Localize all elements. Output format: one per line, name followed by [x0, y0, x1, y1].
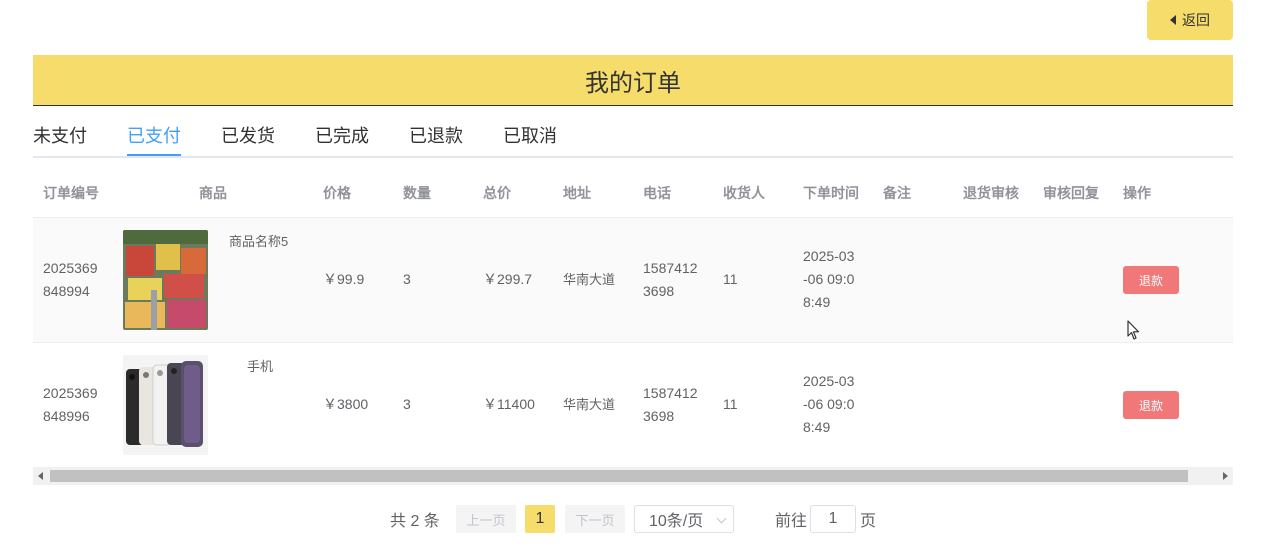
page-number-current[interactable]: 1 — [525, 505, 555, 533]
total-price: ￥299.7 — [483, 271, 533, 287]
quantity: 3 — [403, 271, 411, 287]
next-page-button[interactable]: 下一页 — [565, 505, 625, 533]
product-name: 商品名称5 — [229, 234, 289, 249]
phone: 1587412 3698 — [643, 257, 698, 303]
product-image — [123, 230, 208, 330]
chevron-down-icon — [716, 513, 727, 524]
tab-paid[interactable]: 已支付 — [127, 112, 181, 156]
table-row: 2025369 848994 商品名称5 ￥99.9 3 ￥299.7 华南大道… — [33, 218, 1233, 343]
back-button[interactable]: 返回 — [1147, 0, 1233, 40]
order-time: 2025-03 -06 09:0 8:49 — [803, 370, 854, 439]
order-no-line: 2025369 — [43, 260, 98, 276]
product-image — [123, 355, 208, 455]
order-no: 2025369 848996 — [43, 382, 98, 428]
table-header: 订单编号 商品 价格 数量 总价 地址 电话 收货人 下单时间 备注 退货审核 … — [33, 170, 1233, 218]
order-no-line: 848994 — [43, 283, 90, 299]
total-price: ￥11400 — [483, 396, 535, 412]
prev-page-button[interactable]: 上一页 — [456, 505, 516, 533]
order-time-line: -06 09:0 — [803, 271, 855, 287]
order-time-line: 8:49 — [803, 294, 831, 310]
total-count: 共 2 条 — [390, 513, 440, 530]
scroll-right-icon[interactable] — [1223, 472, 1228, 480]
page-suffix: 页 — [859, 513, 876, 530]
caret-left-icon — [1170, 15, 1176, 25]
order-time: 2025-03 -06 09:0 8:49 — [803, 245, 854, 314]
order-time-line: 2025-03 — [803, 373, 855, 389]
mouse-cursor-icon — [1127, 320, 1140, 340]
receiver: 11 — [723, 396, 738, 412]
col-action: 操作 — [1123, 185, 1151, 201]
col-total: 总价 — [483, 185, 511, 201]
order-time-line: -06 09:0 — [803, 396, 855, 412]
col-price: 价格 — [323, 185, 351, 201]
col-order-no: 订单编号 — [43, 185, 99, 201]
phone-line: 3698 — [643, 283, 675, 299]
col-remark: 备注 — [883, 185, 911, 201]
col-qty: 数量 — [403, 185, 431, 201]
col-return-review: 退货审核 — [963, 185, 1019, 201]
col-phone: 电话 — [643, 185, 671, 201]
address: 华南大道 — [563, 397, 616, 412]
phone-line: 3698 — [643, 408, 675, 424]
col-review-reply: 审核回复 — [1043, 185, 1099, 201]
product-name: 手机 — [247, 359, 274, 374]
refund-button[interactable]: 退款 — [1123, 266, 1179, 294]
scrollbar-thumb[interactable] — [50, 470, 1188, 482]
tab-shipped[interactable]: 已发货 — [221, 112, 275, 154]
tab-unpaid[interactable]: 未支付 — [33, 112, 87, 154]
goto-label: 前往 — [774, 513, 807, 530]
receiver: 11 — [723, 271, 738, 287]
page-title-bar: 我的订单 — [33, 55, 1233, 106]
col-product: 商品 — [199, 185, 227, 201]
table-row: 2025369 848996 手机 ￥3800 3 ￥11400 华南大道 15… — [33, 343, 1233, 468]
order-no-line: 848996 — [43, 408, 90, 424]
orders-table: 订单编号 商品 价格 数量 总价 地址 电话 收货人 下单时间 备注 退货审核 … — [33, 170, 1233, 468]
price: ￥3800 — [323, 396, 369, 412]
price: ￥99.9 — [323, 271, 365, 287]
back-button-label: 返回 — [1182, 12, 1210, 28]
horizontal-scrollbar[interactable] — [33, 467, 1233, 485]
goto-page-input[interactable]: 1 — [810, 505, 856, 533]
pagination: 共 2 条 上一页 1 下一页 10条/页 前往 1 页 — [0, 505, 1269, 533]
page-size-select[interactable]: 10条/页 — [634, 505, 734, 533]
tab-cancelled[interactable]: 已取消 — [503, 112, 557, 154]
address: 华南大道 — [563, 272, 616, 287]
col-receiver: 收货人 — [723, 185, 765, 201]
page-title: 我的订单 — [585, 69, 681, 97]
order-status-tabs: 未支付 已支付 已发货 已完成 已退款 已取消 — [33, 112, 1233, 158]
page-size-value: 10条/页 — [649, 513, 704, 530]
phone-line: 1587412 — [643, 260, 698, 276]
phone: 1587412 3698 — [643, 382, 698, 428]
phone-line: 1587412 — [643, 385, 698, 401]
col-time: 下单时间 — [803, 185, 859, 201]
quantity: 3 — [403, 396, 411, 412]
order-time-line: 2025-03 — [803, 248, 855, 264]
scroll-left-icon[interactable] — [38, 472, 43, 480]
order-no: 2025369 848994 — [43, 257, 98, 303]
order-no-line: 2025369 — [43, 385, 98, 401]
refund-button[interactable]: 退款 — [1123, 391, 1179, 419]
tab-refunded[interactable]: 已退款 — [409, 112, 463, 154]
order-time-line: 8:49 — [803, 419, 831, 435]
tab-completed[interactable]: 已完成 — [315, 112, 369, 154]
col-address: 地址 — [563, 185, 591, 201]
